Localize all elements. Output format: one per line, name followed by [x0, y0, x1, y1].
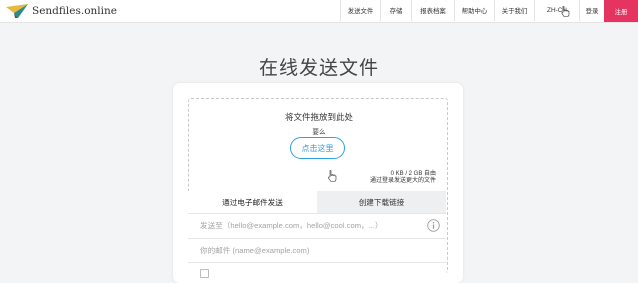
nav-storage[interactable]: 存储	[380, 0, 411, 21]
top-navigation-bar: Sendfiles.online 发送文件 存储 报表档案 帮助中心 关于我们 …	[0, 0, 638, 23]
nav-reports-archive[interactable]: 报表档案	[411, 0, 454, 21]
send-mode-tabs: 通过电子邮件发送 创建下载链接	[188, 191, 446, 213]
paper-plane-logo-icon	[6, 4, 28, 18]
sender-email-field[interactable]: 你的邮件 (name@example.com)	[188, 238, 446, 262]
option-row	[188, 262, 446, 278]
size-limit: 0 KB / 2 GB 自由	[390, 171, 436, 177]
nav-login[interactable]: 登录	[579, 0, 604, 21]
register-button[interactable]: 注册	[604, 0, 638, 22]
pointer-hand-cursor-icon	[561, 6, 570, 17]
pointer-hand-cursor-icon	[328, 170, 337, 182]
recipient-email-placeholder: 发送至（hello@example.com，hello@cool.com，...…	[200, 221, 383, 230]
recipient-email-field[interactable]: 发送至（hello@example.com，hello@cool.com，...…	[188, 213, 446, 237]
nav-about-us[interactable]: 关于我们	[494, 0, 534, 21]
size-hint[interactable]: 通过登录发送更大的文件	[370, 178, 436, 185]
main-nav: 发送文件 存储 报表档案 帮助中心 关于我们 ZH-CN 登录 注册	[340, 0, 638, 22]
sender-email-placeholder: 你的邮件 (name@example.com)	[200, 246, 310, 255]
option-checkbox[interactable]	[200, 269, 209, 278]
browse-files-button[interactable]: 点击这里	[290, 137, 345, 159]
info-icon[interactable]	[427, 219, 440, 232]
tab-create-download-link[interactable]: 创建下载链接	[317, 191, 446, 213]
language-selector[interactable]: ZH-CN	[534, 0, 579, 21]
drop-instruction: 将文件拖放到此处	[284, 112, 353, 122]
page-title: 在线发送文件	[258, 58, 379, 79]
or-separator: 要么	[312, 129, 326, 136]
brand-name: Sendfiles.online	[32, 5, 117, 17]
tab-send-by-email[interactable]: 通过电子邮件发送	[188, 191, 317, 213]
brand[interactable]: Sendfiles.online	[6, 3, 117, 19]
size-info: 0 KB / 2 GB 自由 通过登录发送更大的文件	[370, 171, 436, 185]
nav-send-files[interactable]: 发送文件	[340, 0, 380, 21]
nav-help-center[interactable]: 帮助中心	[454, 0, 494, 21]
